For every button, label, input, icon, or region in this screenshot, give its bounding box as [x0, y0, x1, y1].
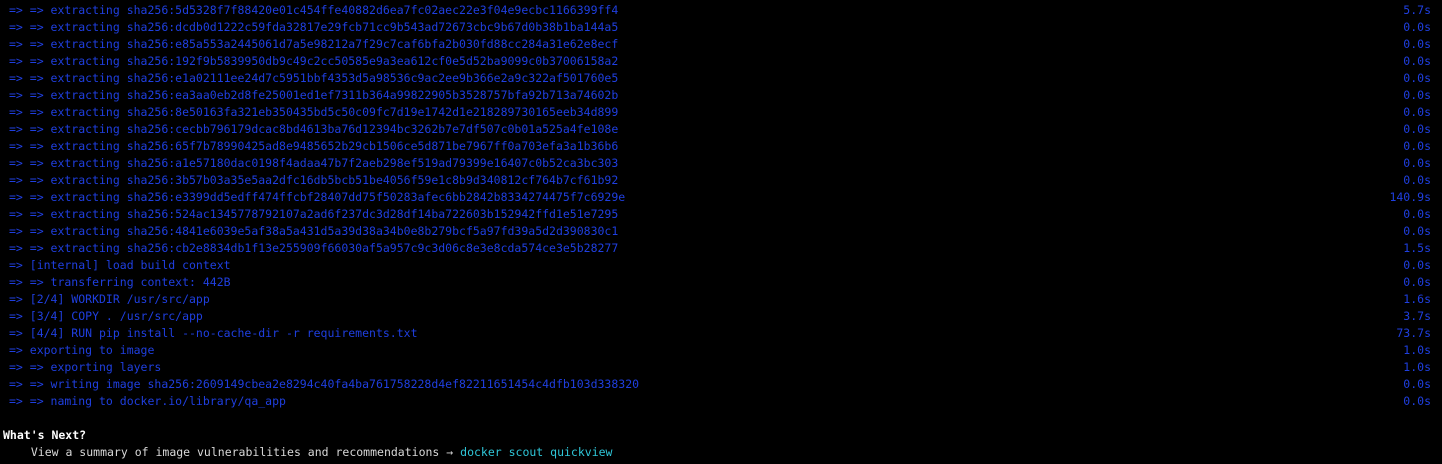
build-log: => => extracting sha256:5d5328f7f88420e0…	[0, 2, 1442, 410]
log-duration: 0.0s	[1403, 394, 1431, 408]
log-duration: 5.7s	[1403, 3, 1431, 17]
log-line: => => extracting sha256:cecbb796179dcac8…	[0, 121, 1442, 138]
log-message: => => extracting sha256:a1e57180dac0198f…	[9, 156, 619, 170]
log-line: => => extracting sha256:dcdb0d1222c59fda…	[0, 19, 1442, 36]
log-message: => => extracting sha256:cb2e8834db1f13e2…	[9, 241, 619, 255]
log-duration: 0.0s	[1403, 258, 1431, 272]
log-line: => => extracting sha256:8e50163fa321eb35…	[0, 104, 1442, 121]
log-duration: 0.0s	[1403, 105, 1431, 119]
log-message: => => extracting sha256:65f7b78990425ad8…	[9, 139, 619, 153]
log-message: => => extracting sha256:ea3aa0eb2d8fe250…	[9, 88, 619, 102]
log-duration: 140.9s	[1389, 190, 1431, 204]
log-message: => => extracting sha256:524ac13457787921…	[9, 207, 619, 221]
log-message: => [2/4] WORKDIR /usr/src/app	[9, 292, 210, 306]
log-line: => [internal] load build context 0.0s	[0, 257, 1442, 274]
log-duration: 3.7s	[1403, 309, 1431, 323]
log-line: => [4/4] RUN pip install --no-cache-dir …	[0, 325, 1442, 342]
log-duration: 1.6s	[1403, 292, 1431, 306]
log-duration: 0.0s	[1403, 37, 1431, 51]
whats-next-hint: View a summary of image vulnerabilities …	[0, 444, 1442, 461]
log-duration: 0.0s	[1403, 20, 1431, 34]
log-message: => => transferring context: 442B	[9, 275, 231, 289]
log-line: => [2/4] WORKDIR /usr/src/app 1.6s	[0, 291, 1442, 308]
log-line: => => extracting sha256:e85a553a2445061d…	[0, 36, 1442, 53]
terminal-output: => => extracting sha256:5d5328f7f88420e0…	[0, 2, 1442, 461]
log-message: => => extracting sha256:5d5328f7f88420e0…	[9, 3, 619, 17]
log-message: => => writing image sha256:2609149cbea2e…	[9, 377, 640, 391]
log-message: => => extracting sha256:cecbb796179dcac8…	[9, 122, 619, 136]
log-line: => => extracting sha256:65f7b78990425ad8…	[0, 138, 1442, 155]
log-message: => => extracting sha256:e85a553a2445061d…	[9, 37, 619, 51]
log-message: => => naming to docker.io/library/qa_app	[9, 394, 286, 408]
log-line: => => extracting sha256:a1e57180dac0198f…	[0, 155, 1442, 172]
log-message: => [3/4] COPY . /usr/src/app	[9, 309, 203, 323]
log-duration: 0.0s	[1403, 122, 1431, 136]
log-line: => => extracting sha256:cb2e8834db1f13e2…	[0, 240, 1442, 257]
log-duration: 1.0s	[1403, 360, 1431, 374]
log-message: => => extracting sha256:4841e6039e5af38a…	[9, 224, 619, 238]
log-line: => => extracting sha256:3b57b03a35e5aa2d…	[0, 172, 1442, 189]
log-line: => => extracting sha256:4841e6039e5af38a…	[0, 223, 1442, 240]
log-message: => => exporting layers	[9, 360, 162, 374]
log-duration: 73.7s	[1396, 326, 1431, 340]
log-line: => [3/4] COPY . /usr/src/app 3.7s	[0, 308, 1442, 325]
log-duration: 1.0s	[1403, 343, 1431, 357]
log-line: => => extracting sha256:524ac13457787921…	[0, 206, 1442, 223]
whats-next-heading: What's Next?	[3, 428, 87, 442]
log-duration: 0.0s	[1403, 224, 1431, 238]
log-message: => => extracting sha256:8e50163fa321eb35…	[9, 105, 619, 119]
log-line: => exporting to image 1.0s	[0, 342, 1442, 359]
log-duration: 0.0s	[1403, 139, 1431, 153]
log-message: => exporting to image	[9, 343, 155, 357]
log-message: => => extracting sha256:192f9b5839950db9…	[9, 54, 619, 68]
log-line: => => extracting sha256:e1a02111ee24d7c5…	[0, 70, 1442, 87]
log-duration: 1.5s	[1403, 241, 1431, 255]
log-line: => => naming to docker.io/library/qa_app…	[0, 393, 1442, 410]
log-duration: 0.0s	[1403, 207, 1431, 221]
log-duration: 0.0s	[1403, 377, 1431, 391]
log-duration: 0.0s	[1403, 275, 1431, 289]
arrow-icon: →	[446, 445, 454, 459]
log-message: => => extracting sha256:3b57b03a35e5aa2d…	[9, 173, 619, 187]
log-line: => => extracting sha256:e3399dd5edff474f…	[0, 189, 1442, 206]
log-duration: 0.0s	[1403, 71, 1431, 85]
log-message: => [4/4] RUN pip install --no-cache-dir …	[9, 326, 418, 340]
log-message: => => extracting sha256:e1a02111ee24d7c5…	[9, 71, 619, 85]
log-duration: 0.0s	[1403, 156, 1431, 170]
log-line: => => extracting sha256:5d5328f7f88420e0…	[0, 2, 1442, 19]
log-line: => => exporting layers 1.0s	[0, 359, 1442, 376]
log-message: => => extracting sha256:e3399dd5edff474f…	[9, 190, 626, 204]
log-duration: 0.0s	[1403, 173, 1431, 187]
log-message: => [internal] load build context	[9, 258, 231, 272]
log-line: => => transferring context: 442B 0.0s	[0, 274, 1442, 291]
log-line: => => extracting sha256:ea3aa0eb2d8fe250…	[0, 87, 1442, 104]
docker-scout-command[interactable]: docker scout quickview	[460, 445, 612, 459]
log-line: => => writing image sha256:2609149cbea2e…	[0, 376, 1442, 393]
log-duration: 0.0s	[1403, 88, 1431, 102]
log-line: => => extracting sha256:192f9b5839950db9…	[0, 53, 1442, 70]
log-message: => => extracting sha256:dcdb0d1222c59fda…	[9, 20, 619, 34]
hint-text: View a summary of image vulnerabilities …	[17, 445, 447, 459]
log-duration: 0.0s	[1403, 54, 1431, 68]
